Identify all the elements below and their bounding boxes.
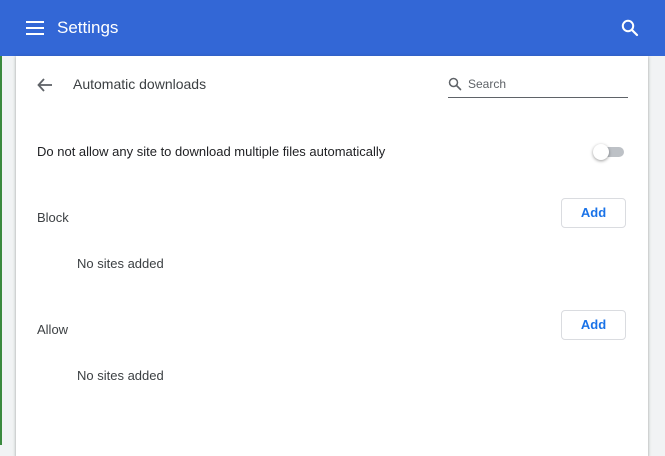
- allow-section-label: Allow: [37, 322, 69, 337]
- block-section-label: Block: [37, 210, 69, 225]
- search-input[interactable]: [468, 75, 623, 93]
- block-add-button[interactable]: Add: [561, 198, 626, 228]
- search-icon: [448, 77, 462, 91]
- settings-card: Automatic downloads Do not allow any sit…: [16, 56, 648, 456]
- window-edge: [0, 56, 2, 445]
- app-header: Settings: [0, 0, 665, 56]
- setting-label: Do not allow any site to download multip…: [37, 144, 386, 159]
- arrow-back-icon[interactable]: [36, 76, 54, 94]
- download-multiple-files-toggle[interactable]: [593, 144, 626, 160]
- hamburger-menu-icon[interactable]: [26, 21, 44, 35]
- page-title: Automatic downloads: [73, 76, 207, 92]
- subpage-search-field[interactable]: [448, 73, 628, 98]
- search-icon[interactable]: [620, 18, 640, 38]
- toggle-knob: [593, 144, 609, 160]
- app-title: Settings: [57, 18, 119, 37]
- block-empty-text: No sites added: [77, 256, 164, 271]
- allow-add-button[interactable]: Add: [561, 310, 626, 340]
- allow-empty-text: No sites added: [77, 368, 164, 383]
